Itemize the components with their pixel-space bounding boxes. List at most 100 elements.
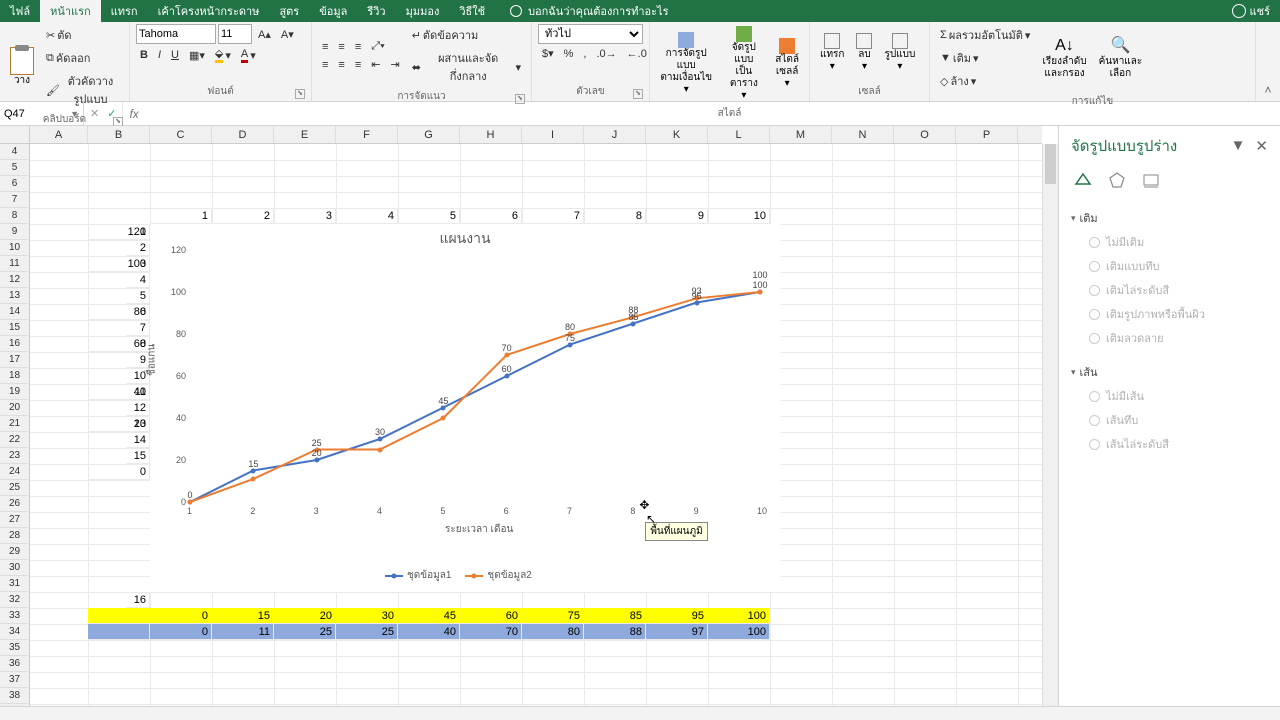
clear-button[interactable]: ◇ ล้าง ▾	[936, 70, 1034, 92]
data-point[interactable]	[378, 437, 383, 442]
align-left[interactable]: ≡	[318, 56, 332, 73]
fill-option[interactable]: ไม่มีเติม	[1071, 230, 1268, 254]
fill-option[interactable]: เติมลวดลาย	[1071, 326, 1268, 350]
cell-E34[interactable]: 25	[274, 624, 336, 640]
effects-icon[interactable]	[1105, 168, 1129, 192]
cell-B12-sub[interactable]: 4	[126, 272, 150, 288]
data-point[interactable]	[631, 321, 636, 326]
scroll-thumb[interactable]	[1045, 144, 1056, 184]
cell-K33[interactable]: 95	[646, 608, 708, 624]
row-header-10[interactable]: 10	[0, 240, 29, 256]
cell-K34[interactable]: 97	[646, 624, 708, 640]
col-header-P[interactable]: P	[956, 126, 1018, 143]
line-option[interactable]: เส้นทึบ	[1071, 408, 1268, 432]
col-header-K[interactable]: K	[646, 126, 708, 143]
col-header-M[interactable]: M	[770, 126, 832, 143]
tab-1[interactable]: หน้าแรก	[40, 0, 101, 22]
cell-B21-sub[interactable]: 13	[126, 416, 150, 432]
row-header-23[interactable]: 23	[0, 448, 29, 464]
cell-I34[interactable]: 80	[522, 624, 584, 640]
col-header-G[interactable]: G	[398, 126, 460, 143]
col-header-B[interactable]: B	[88, 126, 150, 143]
paste-button[interactable]: วาง	[6, 45, 38, 89]
col-header-F[interactable]: F	[336, 126, 398, 143]
worksheet[interactable]: ABCDEFGHIJKLMNOP 45678910111213141516171…	[0, 126, 1058, 706]
cell-styles-button[interactable]: สไตล์ เซลล์▾	[771, 36, 803, 92]
row-header-14[interactable]: 14	[0, 304, 29, 320]
cell-J8[interactable]: 8	[584, 208, 646, 224]
percent-format[interactable]: %	[560, 45, 578, 62]
row-header-29[interactable]: 29	[0, 544, 29, 560]
cell-B11-sub[interactable]: 3	[126, 256, 150, 272]
cell-H34[interactable]: 70	[460, 624, 522, 640]
accounting-format[interactable]: $▾	[538, 45, 558, 62]
font-size[interactable]	[218, 24, 252, 44]
col-header-O[interactable]: O	[894, 126, 956, 143]
data-point[interactable]	[441, 416, 446, 421]
data-point[interactable]	[568, 342, 573, 347]
format-cells-button[interactable]: รูปแบบ▾	[880, 31, 919, 75]
row-header-25[interactable]: 25	[0, 480, 29, 496]
row-header-24[interactable]: 24	[0, 464, 29, 480]
tab-8[interactable]: วิธีใช้	[449, 0, 495, 22]
data-point[interactable]	[504, 353, 509, 358]
row-header-28[interactable]: 28	[0, 528, 29, 544]
tab-4[interactable]: สูตร	[269, 0, 309, 22]
data-point[interactable]	[758, 290, 763, 295]
row-header-12[interactable]: 12	[0, 272, 29, 288]
cell-B34[interactable]	[88, 624, 150, 640]
cell-J33[interactable]: 85	[584, 608, 646, 624]
row-header-7[interactable]: 7	[0, 192, 29, 208]
cell-G34[interactable]: 40	[398, 624, 460, 640]
cell-B20-sub[interactable]: 12	[126, 400, 150, 416]
font-color-button[interactable]: A▾	[237, 45, 260, 65]
row-header-22[interactable]: 22	[0, 432, 29, 448]
col-header-E[interactable]: E	[274, 126, 336, 143]
sort-filter-button[interactable]: A↓เรียงลำดับ และกรอง	[1038, 34, 1090, 81]
indent-dec[interactable]: ⇤	[367, 56, 384, 73]
fill-option[interactable]: เติมไล่ระดับสี	[1071, 278, 1268, 302]
fill-color-button[interactable]: ⬙▾	[211, 45, 235, 65]
data-point[interactable]	[251, 476, 256, 481]
cell-B13-sub[interactable]: 5	[126, 288, 150, 304]
data-point[interactable]	[251, 468, 256, 473]
cell-B19-sub[interactable]: 11	[126, 384, 150, 400]
fill-section[interactable]: ▾เติม	[1071, 206, 1268, 230]
increase-font[interactable]: A▴	[254, 24, 275, 44]
indent-inc[interactable]: ⇥	[386, 56, 403, 73]
align-top[interactable]: ≡	[318, 38, 332, 55]
autosum-button[interactable]: Σ ผลรวมอัตโนมัติ ▾	[936, 24, 1034, 46]
dialog-launcher[interactable]: ⬊	[295, 89, 305, 99]
cell-I8[interactable]: 7	[522, 208, 584, 224]
align-right[interactable]: ≡	[351, 56, 365, 73]
col-header-A[interactable]: A	[30, 126, 88, 143]
row-header-33[interactable]: 33	[0, 608, 29, 624]
copy-button[interactable]: ⧉คัดลอก	[42, 47, 123, 69]
fx-icon[interactable]: fx	[123, 102, 144, 125]
cell-D33[interactable]: 15	[212, 608, 274, 624]
align-center[interactable]: ≡	[334, 56, 348, 73]
col-header-J[interactable]: J	[584, 126, 646, 143]
tell-me[interactable]: บอกฉันว่าคุณต้องการทำอะไร	[510, 2, 668, 20]
col-header-L[interactable]: L	[708, 126, 770, 143]
select-all-corner[interactable]	[0, 126, 30, 143]
pane-close[interactable]: ✕	[1255, 137, 1268, 155]
pane-options[interactable]: ▼	[1231, 137, 1246, 155]
inc-decimal[interactable]: .0→	[592, 45, 620, 62]
cell-H33[interactable]: 60	[460, 608, 522, 624]
row-header-13[interactable]: 13	[0, 288, 29, 304]
bold-button[interactable]: B	[136, 45, 152, 65]
row-header-16[interactable]: 16	[0, 336, 29, 352]
row-header-11[interactable]: 11	[0, 256, 29, 272]
row-header-21[interactable]: 21	[0, 416, 29, 432]
col-header-H[interactable]: H	[460, 126, 522, 143]
wrap-text[interactable]: ↵ ตัดข้อความ	[408, 24, 525, 46]
row-header-4[interactable]: 4	[0, 144, 29, 160]
cell-B15-sub[interactable]: 7	[126, 320, 150, 336]
size-props-icon[interactable]	[1139, 168, 1163, 192]
cond-format-button[interactable]: การจัดรูปแบบ ตามเงื่อนไข▾	[656, 30, 716, 98]
tab-7[interactable]: มุมมอง	[396, 0, 450, 22]
data-point[interactable]	[188, 500, 193, 505]
number-format[interactable]: ทั่วไป	[538, 24, 643, 44]
cell-B14-sub[interactable]: 6	[126, 304, 150, 320]
